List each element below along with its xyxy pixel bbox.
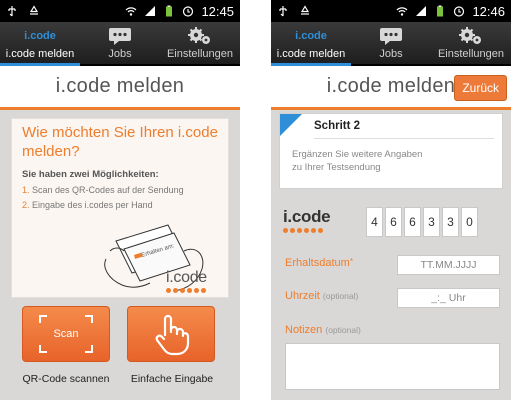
signal-icon xyxy=(416,6,427,16)
tab-label: i.code melden xyxy=(5,48,75,60)
code-digits: 4 6 6 3 3 0 xyxy=(366,207,478,237)
status-time: 12:45 xyxy=(201,3,234,19)
time-label: Uhrzeit (optional) xyxy=(285,290,359,302)
notes-textarea[interactable] xyxy=(285,343,500,390)
tab-icode-melden[interactable]: i.code i.code melden xyxy=(271,22,351,66)
status-bar: 12:46 xyxy=(271,0,511,22)
code-digit-4[interactable]: 3 xyxy=(423,207,440,237)
code-digit-6[interactable]: 0 xyxy=(461,207,478,237)
scan-frame-icon: Scan xyxy=(39,315,93,353)
tab-label: Einstellungen xyxy=(166,48,234,60)
page-header: i.code melden xyxy=(0,66,240,110)
tab-jobs[interactable]: Jobs xyxy=(80,22,160,64)
hand-pointer-icon xyxy=(155,314,190,356)
code-digit-5[interactable]: 3 xyxy=(442,207,459,237)
signal-icon xyxy=(145,6,156,16)
info-card: Wie möchten Sie Ihren i.code melden? Sie… xyxy=(11,118,229,298)
code-digit-1[interactable]: 4 xyxy=(366,207,383,237)
wifi-icon xyxy=(126,7,137,16)
gears-icon xyxy=(458,25,484,47)
tab-label: Jobs xyxy=(379,48,403,60)
manual-entry-label[interactable]: Einfache Eingabe xyxy=(117,373,227,385)
tab-label: i.code melden xyxy=(276,48,346,60)
chat-bubble-icon xyxy=(379,25,403,47)
divider xyxy=(314,138,494,139)
screen-icode-details: 12:46 i.code i.code melden Jobs Einstell… xyxy=(271,0,511,400)
step-description: Ergänzen Sie weitere Angaben zu Ihrer Te… xyxy=(292,149,423,173)
icode-row: i.code 4 6 6 3 3 0 xyxy=(283,207,505,239)
page-title: i.code melden xyxy=(326,75,456,97)
code-digit-3[interactable]: 6 xyxy=(404,207,421,237)
date-input[interactable]: TT.MM.JJJJ xyxy=(397,255,500,275)
notes-label: Notizen (optional) xyxy=(285,324,361,336)
status-bar: 12:45 xyxy=(0,0,240,22)
card-subtitle: Sie haben zwei Möglichkeiten: xyxy=(22,169,159,180)
scan-qr-label[interactable]: QR-Code scannen xyxy=(11,373,121,385)
tab-label: Einstellungen xyxy=(437,48,505,60)
chat-bubble-icon xyxy=(108,25,132,47)
icode-logo-icon: i.code xyxy=(295,30,327,42)
step-title: Schritt 2 xyxy=(314,120,361,132)
back-button[interactable]: Zurück xyxy=(454,75,507,101)
tab-label: Jobs xyxy=(108,48,132,60)
card-question: Wie möchten Sie Ihren i.code melden? xyxy=(22,124,218,160)
battery-icon xyxy=(166,5,173,17)
manual-entry-button[interactable] xyxy=(127,306,215,362)
step-ribbon xyxy=(280,114,302,136)
screen-icode-select: 12:45 i.code i.code melden Jobs Einstell… xyxy=(0,0,240,400)
list-item: 1. Scan des QR-Codes auf der Sendung xyxy=(22,185,184,195)
tab-icode-melden[interactable]: i.code i.code melden xyxy=(0,22,80,66)
tab-bar: i.code i.code melden Jobs Einstellungen xyxy=(0,22,240,66)
scan-button-label: Scan xyxy=(53,328,79,340)
tab-einstellungen[interactable]: Einstellungen xyxy=(431,22,511,64)
scan-qr-button[interactable]: Scan xyxy=(22,306,110,362)
alarm-icon xyxy=(183,6,194,17)
battery-icon xyxy=(437,5,444,17)
tab-bar: i.code i.code melden Jobs Einstellungen xyxy=(271,22,511,66)
tab-jobs[interactable]: Jobs xyxy=(351,22,431,64)
usb-icon xyxy=(279,6,287,17)
recycle-icon xyxy=(29,5,39,15)
wifi-icon xyxy=(397,7,408,16)
icode-brand-logo: i.code xyxy=(166,269,207,293)
screen-gap xyxy=(240,0,271,400)
code-digit-2[interactable]: 6 xyxy=(385,207,402,237)
recycle-icon xyxy=(300,5,310,15)
page-header: i.code melden Zurück xyxy=(271,66,511,110)
gears-icon xyxy=(187,25,213,47)
status-time: 12:46 xyxy=(472,3,505,19)
icode-logo-icon: i.code xyxy=(24,30,56,42)
step-card: Schritt 2 Ergänzen Sie weitere Angaben z… xyxy=(279,113,503,189)
usb-icon xyxy=(8,6,16,17)
alarm-icon xyxy=(454,6,465,17)
icode-brand-logo: i.code xyxy=(283,207,331,233)
page-title: i.code melden xyxy=(55,75,185,97)
tab-einstellungen[interactable]: Einstellungen xyxy=(160,22,240,64)
time-input[interactable]: _:_ Uhr xyxy=(397,288,500,308)
options-list: 1. Scan des QR-Codes auf der Sendung 2. … xyxy=(22,183,184,213)
date-label: Erhaltsdatum* xyxy=(285,257,353,269)
